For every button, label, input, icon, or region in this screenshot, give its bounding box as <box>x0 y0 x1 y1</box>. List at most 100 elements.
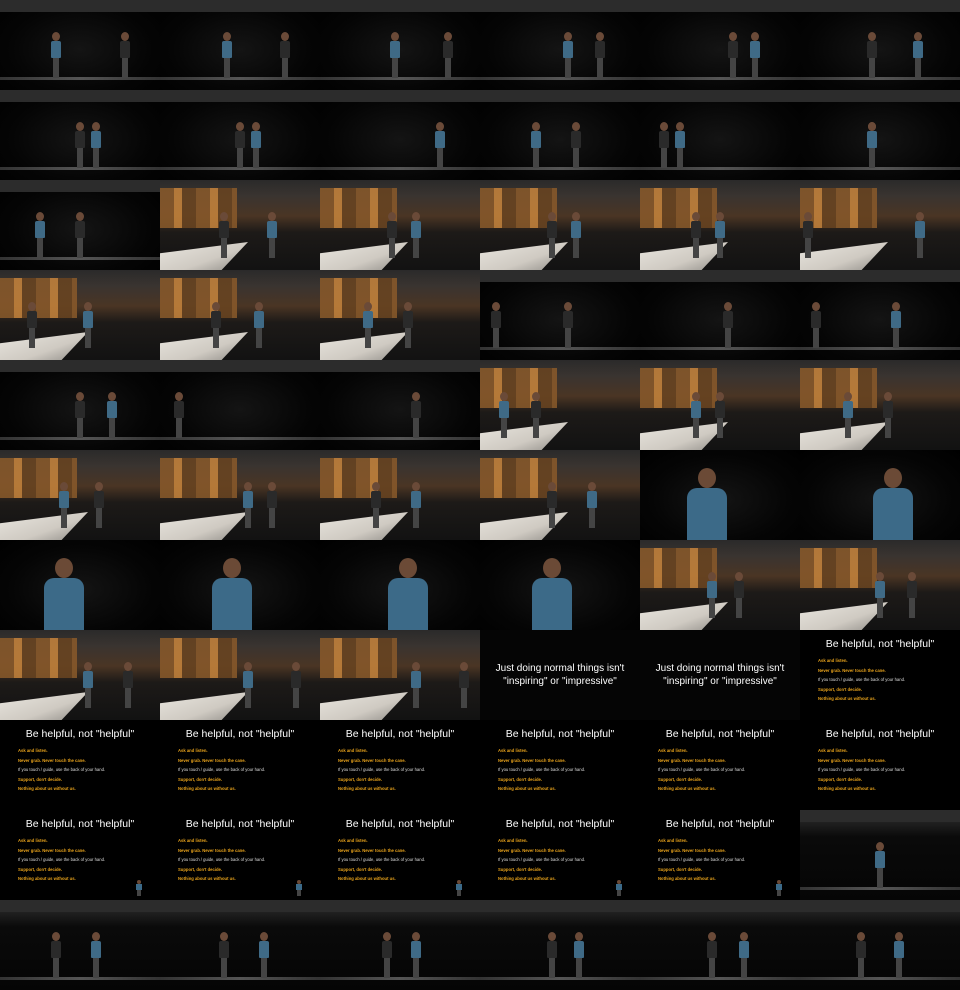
stage-ceiling <box>640 270 800 282</box>
slide-tip-line: If you touch / guide, use the back of yo… <box>338 767 426 773</box>
stage-floor <box>480 167 640 170</box>
video-frame-thumbnail <box>320 0 480 90</box>
video-frame-thumbnail <box>0 900 160 990</box>
slide-tip-line: If you touch / guide, use the back of yo… <box>18 857 106 863</box>
stage-ceiling <box>480 0 640 12</box>
slide-tip-line: Ask and listen. <box>338 748 368 753</box>
stage-scene <box>640 540 800 630</box>
stage-ceiling <box>800 810 960 822</box>
stage-floor <box>160 977 320 980</box>
stage-ceiling <box>480 270 640 282</box>
tips-slide: Be helpful, not "helpful" Ask and listen.… <box>480 720 640 810</box>
performer-figure <box>843 392 853 438</box>
performer-figure <box>411 662 421 708</box>
stage-ceiling <box>640 0 800 12</box>
slide-tip-line: If you touch / guide, use the back of yo… <box>818 767 906 773</box>
slide-title: Be helpful, not "helpful" <box>665 818 775 830</box>
video-frame-thumbnail <box>800 180 960 270</box>
speaker-figure <box>136 880 142 896</box>
video-frame-thumbnail <box>0 270 160 360</box>
performer-figure <box>723 302 733 348</box>
video-frame-thumbnail: Be helpful, not "helpful" Ask and listen.… <box>640 810 800 900</box>
slide-tip-line: Nothing about us without us. <box>658 876 716 882</box>
quote-slide: Just doing normal things isn't "inspiring… <box>480 630 640 720</box>
slide-tip-line: Nothing about us without us. <box>498 786 556 792</box>
slide-tip-line: Nothing about us without us. <box>178 876 236 882</box>
contact-sheet-grid: Just doing normal things isn't "inspiring… <box>0 0 960 990</box>
performer-figure <box>83 662 93 708</box>
stage-ceiling <box>0 900 160 912</box>
stage-floor <box>160 437 320 440</box>
performer-figure <box>739 932 749 978</box>
slide-tip-line: Ask and listen. <box>178 838 208 843</box>
performer-figure <box>254 302 264 348</box>
performer-figure <box>243 482 253 528</box>
stage-ceiling <box>640 900 800 912</box>
stage-floor <box>480 977 640 980</box>
slide-tip-line: Ask and listen. <box>498 748 528 753</box>
stage-scene <box>160 180 320 270</box>
performer-figure <box>387 212 397 258</box>
slide-tip-line: Never grab. Never touch the cane. <box>498 847 566 853</box>
slide-tip-line: Support, don't decide. <box>18 866 63 872</box>
video-frame-thumbnail: Be helpful, not "helpful" Ask and listen.… <box>480 810 640 900</box>
video-frame-thumbnail: Be helpful, not "helpful" Ask and listen.… <box>0 720 160 810</box>
performer-figure <box>27 302 37 348</box>
stage-floor <box>320 437 480 440</box>
video-frame-thumbnail: Be helpful, not "helpful" Ask and listen.… <box>0 810 160 900</box>
stage-scene <box>320 450 480 540</box>
performer-figure <box>531 122 541 168</box>
slide-tip-line: Nothing about us without us. <box>658 786 716 792</box>
stage-scene <box>0 270 160 360</box>
slide-tip-line: Support, don't decide. <box>658 776 703 782</box>
performer-figure <box>235 122 245 168</box>
performer-figure <box>707 572 717 618</box>
video-frame-thumbnail <box>480 540 640 630</box>
slide-tip-line: If you touch / guide, use the back of yo… <box>498 767 586 773</box>
slide-title: Be helpful, not "helpful" <box>665 728 775 740</box>
slide-title: Be helpful, not "helpful" <box>345 818 455 830</box>
video-frame-thumbnail: Be helpful, not "helpful" Ask and listen.… <box>320 720 480 810</box>
video-frame-thumbnail <box>320 450 480 540</box>
video-frame-thumbnail <box>160 900 320 990</box>
performer-figure <box>75 212 85 258</box>
performer-figure <box>574 932 584 978</box>
stage-ceiling <box>800 0 960 12</box>
slide-tip-line: Never grab. Never touch the cane. <box>658 847 726 853</box>
video-frame-thumbnail <box>160 90 320 180</box>
stage-ceiling <box>0 360 160 372</box>
video-frame-thumbnail <box>480 180 640 270</box>
slide-title: Be helpful, not "helpful" <box>25 818 135 830</box>
performer-figure <box>873 468 913 540</box>
slide-tip-line: Ask and listen. <box>658 838 688 843</box>
performer-figure <box>267 212 277 258</box>
stage-scene <box>0 630 160 720</box>
tips-slide: Be helpful, not "helpful" Ask and listen.… <box>800 630 960 720</box>
stage-scene <box>160 270 320 360</box>
performer-figure <box>547 212 557 258</box>
stage-ceiling <box>160 0 320 12</box>
performer-figure <box>94 482 104 528</box>
video-frame-thumbnail <box>160 630 320 720</box>
performer-figure <box>382 932 392 978</box>
performer-figure <box>83 302 93 348</box>
stage-ceiling <box>320 90 480 102</box>
video-frame-thumbnail <box>160 180 320 270</box>
video-frame-thumbnail <box>800 450 960 540</box>
slide-tip-line: Never grab. Never touch the cane. <box>18 757 86 763</box>
video-frame-thumbnail <box>480 900 640 990</box>
slide-tip-line: Nothing about us without us. <box>178 786 236 792</box>
stage-ceiling <box>640 90 800 102</box>
video-frame-thumbnail <box>320 900 480 990</box>
video-frame-thumbnail <box>0 90 160 180</box>
video-frame-thumbnail <box>800 900 960 990</box>
quote-line: Just doing normal things isn't <box>495 663 625 674</box>
performer-figure <box>107 392 117 438</box>
performer-figure <box>894 932 904 978</box>
slide-tip-line: Ask and listen. <box>178 748 208 753</box>
video-frame-thumbnail <box>800 360 960 450</box>
video-frame-thumbnail <box>0 0 160 90</box>
slide-tip-line: Nothing about us without us. <box>818 696 876 702</box>
stage-ceiling <box>800 270 960 282</box>
tips-slide: Be helpful, not "helpful" Ask and listen.… <box>160 720 320 810</box>
